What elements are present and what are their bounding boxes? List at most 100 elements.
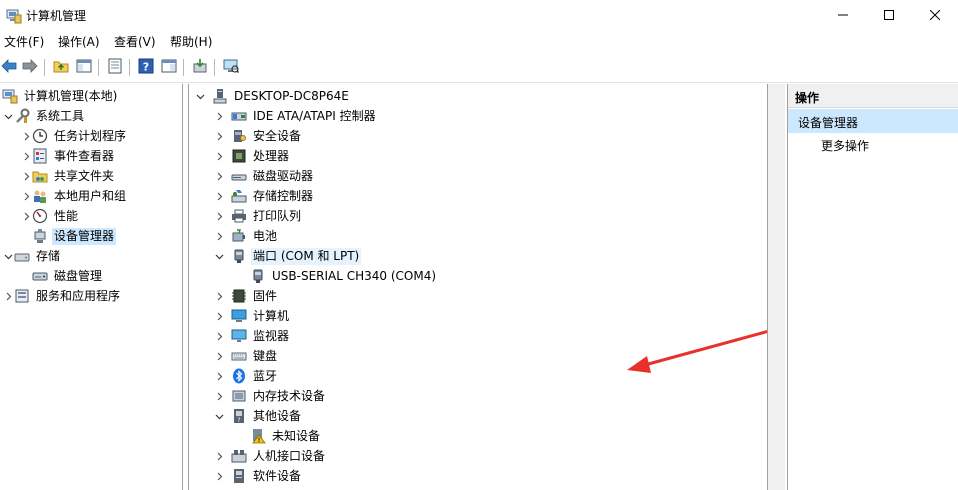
device-category-print-queues[interactable]: 打印队列 [213,206,303,226]
tree-item-disk-management[interactable]: 磁盘管理 [32,266,104,286]
tree-item-performance[interactable]: 性能 [20,206,80,226]
actions-section-label: 设备管理器 [798,116,859,130]
device-category-hid[interactable]: 人机接口设备 [213,446,327,466]
chevron-down-icon[interactable] [194,86,206,106]
chevron-right-icon[interactable] [213,186,225,206]
toolbar-separator [214,59,215,76]
svg-text:?: ? [237,417,240,424]
tree-item-label: 本地用户和组 [54,188,127,203]
chevron-right-icon[interactable] [20,126,32,146]
device-category-label: 存储控制器 [253,188,314,203]
tree-item-local-users-groups[interactable]: 本地用户和组 [20,186,128,206]
properties-button[interactable] [106,58,124,76]
device-unknown[interactable]: 未知设备 [250,426,322,446]
scan-hardware-button[interactable] [222,58,240,76]
device-category-keyboards[interactable]: 键盘 [213,346,279,366]
device-category-bluetooth[interactable]: 蓝牙 [213,366,279,386]
device-category-ide[interactable]: IDE ATA/ATAPI 控制器 [213,106,378,126]
device-category-software-devices[interactable]: 软件设备 [213,466,303,486]
chevron-down-icon[interactable] [213,406,225,426]
tree-item-label: 性能 [54,208,79,223]
device-label: 未知设备 [272,428,321,443]
tree-item-label: 事件查看器 [54,148,115,163]
chevron-right-icon[interactable] [213,466,225,486]
chevron-right-icon[interactable] [213,226,225,246]
chevron-right-icon[interactable] [213,386,225,406]
device-category-storage-controllers[interactable]: 存储控制器 [213,186,315,206]
chevron-right-icon[interactable] [213,106,225,126]
help-button[interactable]: ? [137,58,155,76]
chevron-right-icon[interactable] [213,146,225,166]
software-device-icon [231,468,247,484]
device-category-label: 电池 [253,228,278,243]
chevron-right-icon[interactable] [2,286,14,306]
tree-item-services-applications[interactable]: 服务和应用程序 [2,286,122,306]
device-category-label: 其他设备 [253,408,302,423]
minimize-icon [838,9,848,23]
device-category-security[interactable]: 安全设备 [213,126,303,146]
tree-item-shared-folders[interactable]: 共享文件夹 [20,166,116,186]
chevron-right-icon[interactable] [213,446,225,466]
close-button[interactable] [912,0,958,31]
chevron-right-icon[interactable] [20,146,32,166]
tree-item-device-manager[interactable]: 设备管理器 [32,226,117,246]
tree-item-label: 系统工具 [36,108,85,123]
chevron-right-icon[interactable] [213,166,225,186]
tree-item-event-viewer[interactable]: 事件查看器 [20,146,116,166]
vertical-scrollbar[interactable] [768,84,785,490]
chevron-down-icon[interactable] [2,246,14,266]
tree-item-label: 存储 [36,248,61,263]
device-category-other-devices[interactable]: ? 其他设备 [213,406,303,426]
minimize-button[interactable] [820,0,866,31]
device-category-monitors[interactable]: 监视器 [213,326,291,346]
actions-section-device-manager[interactable]: 设备管理器 [788,109,958,133]
battery-icon [231,228,247,244]
chevron-right-icon[interactable] [20,186,32,206]
device-category-batteries[interactable]: 电池 [213,226,279,246]
chevron-right-icon[interactable] [213,326,225,346]
chevron-right-icon[interactable] [213,306,225,326]
device-category-computer[interactable]: 计算机 [213,306,291,326]
tree-item-computer-management[interactable]: 计算机管理(本地) [2,86,119,106]
chevron-right-icon[interactable] [213,286,225,306]
device-category-processor[interactable]: 处理器 [213,146,291,166]
memory-icon [231,388,247,404]
tree-item-storage[interactable]: 存储 [2,246,62,266]
tree-item-system-tools[interactable]: 系统工具 [2,106,86,126]
device-category-ports[interactable]: 端口 (COM 和 LPT) [213,246,362,266]
more-actions-link[interactable]: 更多操作 [821,137,869,154]
device-tree-root[interactable]: DESKTOP-DC8P64E [194,86,351,106]
device-category-disk-drives[interactable]: 磁盘驱动器 [213,166,315,186]
back-icon [1,58,17,76]
update-driver-button[interactable] [191,58,209,76]
menu-action[interactable]: 操作(A) [58,35,100,49]
menu-help[interactable]: 帮助(H) [170,35,212,49]
chevron-right-icon[interactable] [213,346,225,366]
up-folder-button[interactable] [52,58,70,76]
tree-item-label: 设备管理器 [52,227,117,245]
chevron-down-icon[interactable] [2,106,14,126]
tree-item-task-scheduler[interactable]: 任务计划程序 [20,126,128,146]
device-category-firmware[interactable]: 固件 [213,286,279,306]
maximize-button[interactable] [866,0,912,31]
title-bar[interactable]: 计算机管理 [0,0,958,31]
menu-view[interactable]: 查看(V) [114,35,156,49]
device-category-label: 固件 [253,288,278,303]
maximize-icon [884,9,894,23]
console-tree-button[interactable] [160,58,178,76]
chevron-right-icon[interactable] [213,366,225,386]
back-button[interactable] [0,58,18,76]
menu-file[interactable]: 文件(F) [4,35,44,49]
actions-header: 操作 [788,84,958,108]
chevron-down-icon[interactable] [213,246,225,266]
device-usb-serial-ch340[interactable]: USB-SERIAL CH340 (COM4) [250,266,438,286]
device-category-memory-technology[interactable]: 内存技术设备 [213,386,327,406]
forward-icon [22,58,38,76]
chevron-right-icon[interactable] [213,206,225,226]
chevron-right-icon[interactable] [20,206,32,226]
show-hide-tree-button[interactable] [75,58,93,76]
chevron-right-icon[interactable] [20,166,32,186]
computer-name: DESKTOP-DC8P64E [234,88,349,103]
chevron-right-icon[interactable] [213,126,225,146]
forward-button[interactable] [21,58,39,76]
